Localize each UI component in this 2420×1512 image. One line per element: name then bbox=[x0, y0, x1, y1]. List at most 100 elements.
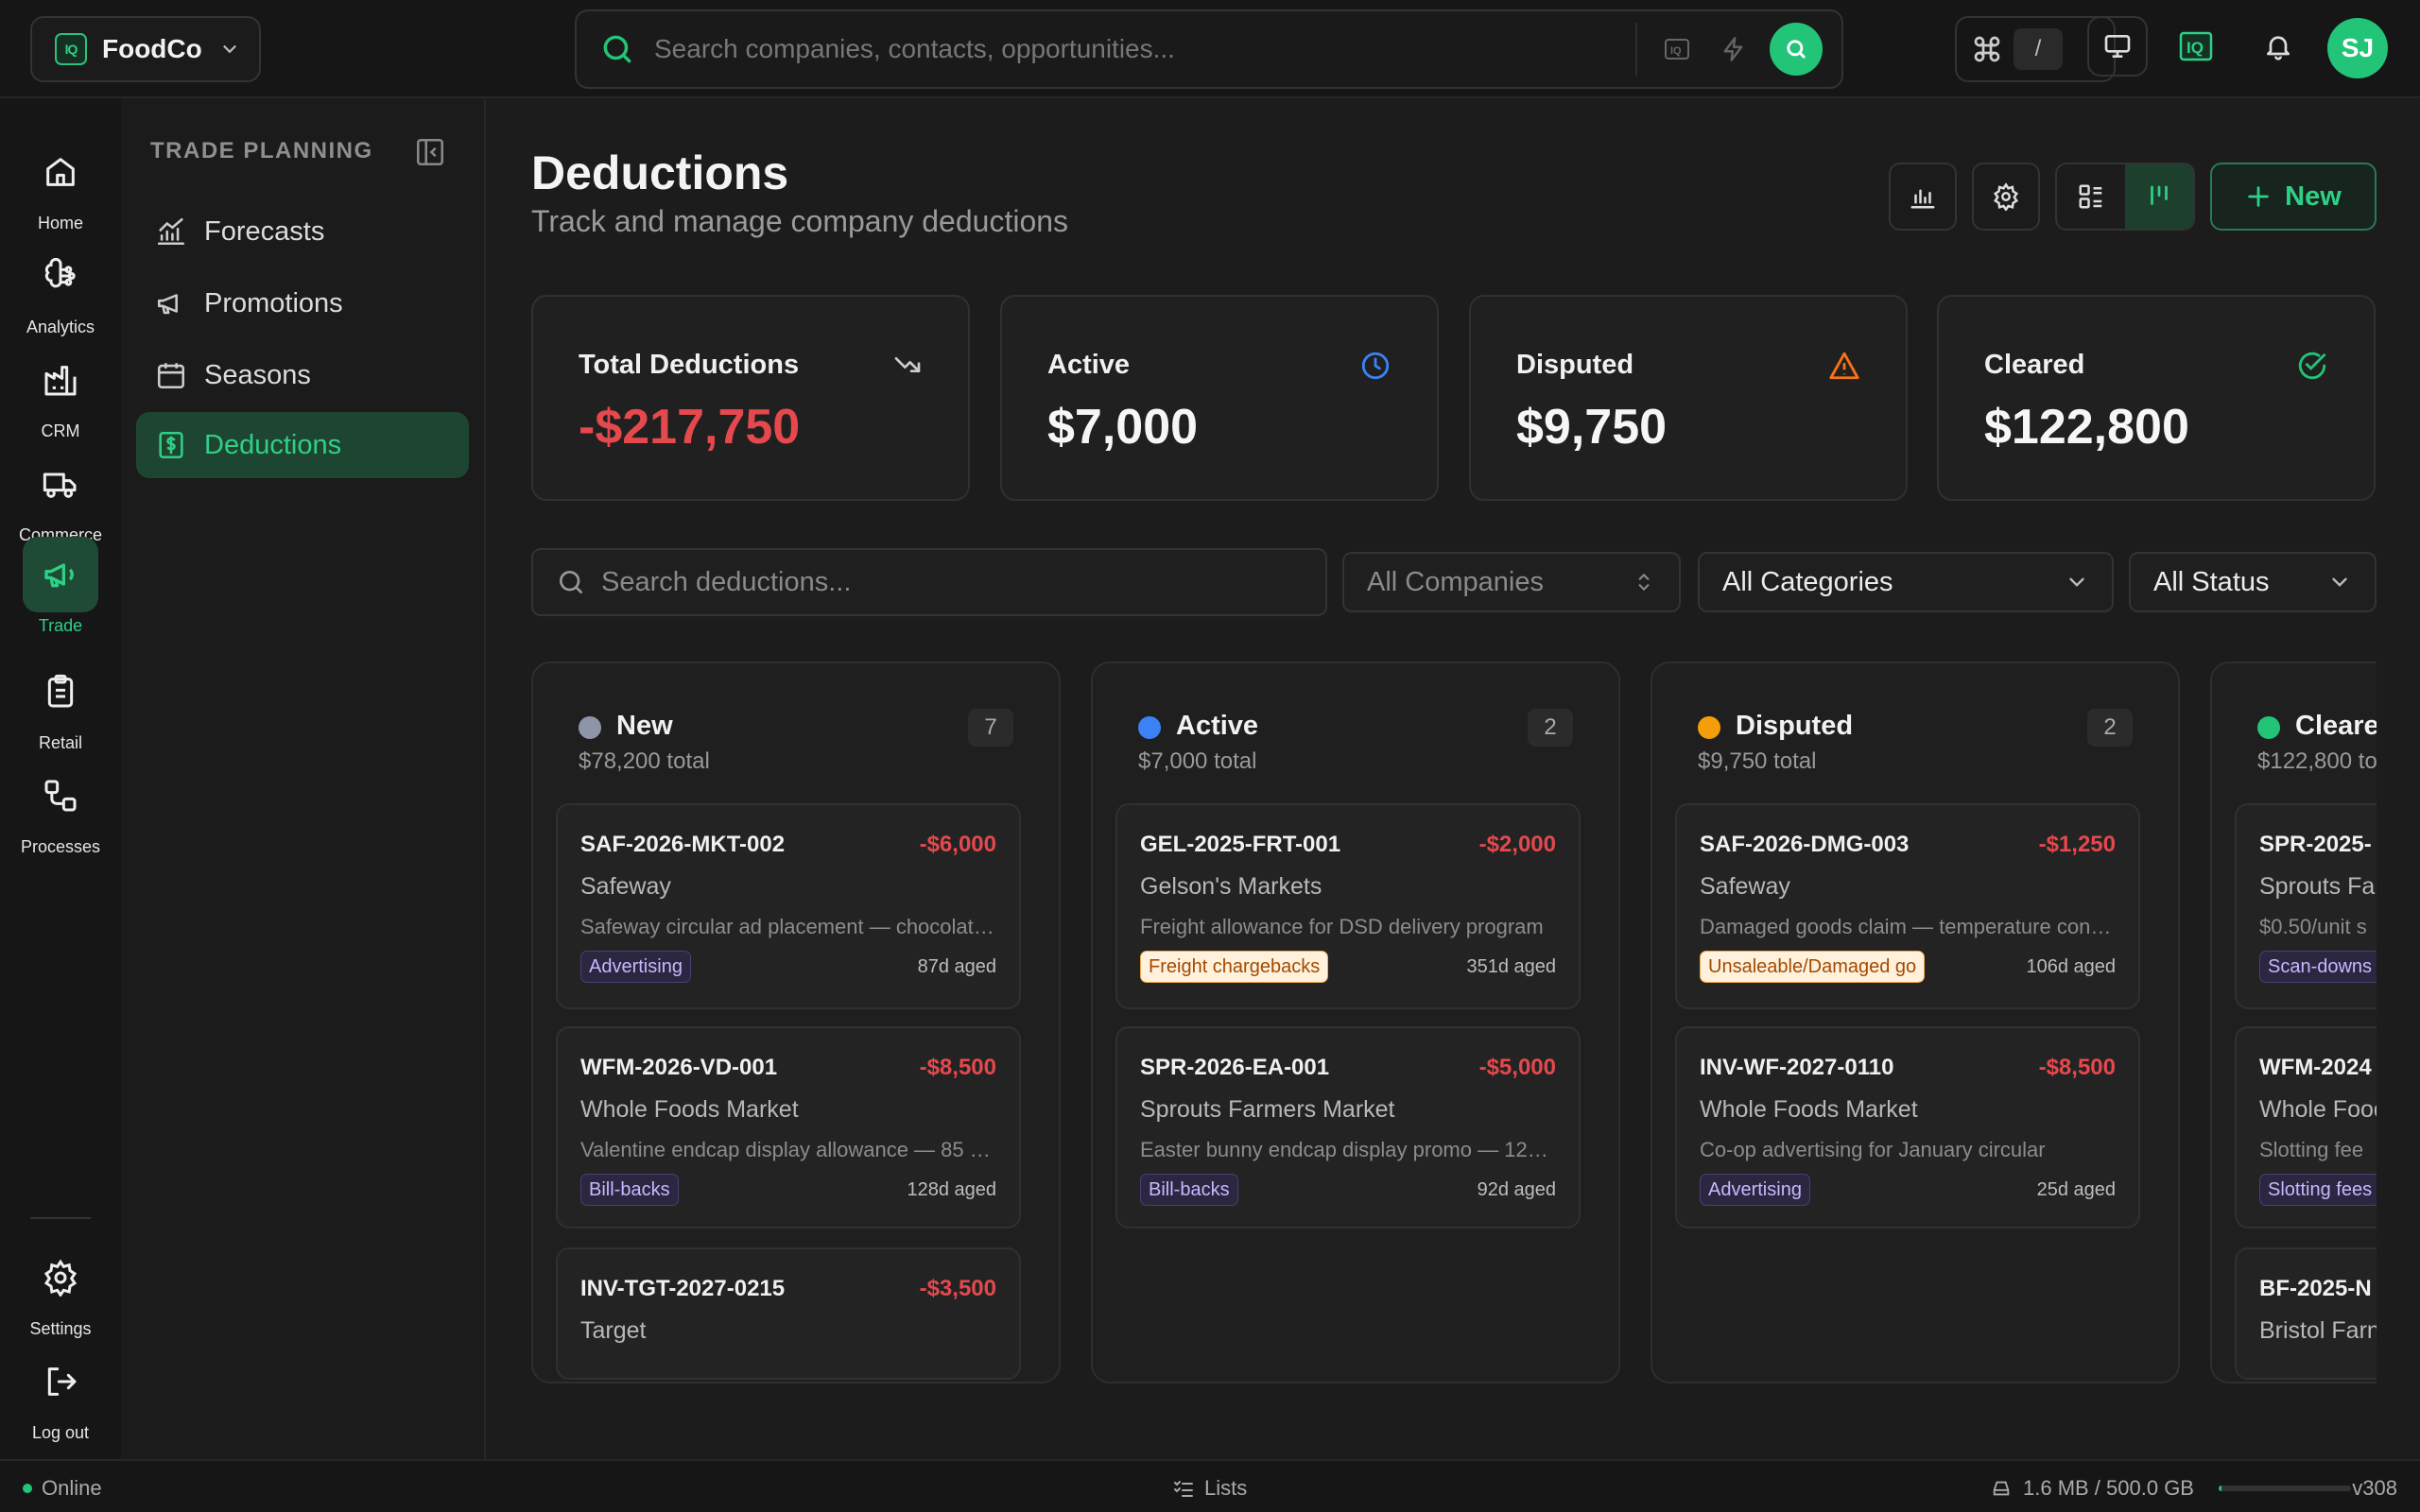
sidebar-title: TRADE PLANNING bbox=[150, 138, 373, 163]
deduction-description: Damaged goods claim — temperature contro… bbox=[1700, 915, 2116, 938]
main-nav-rail: Home Analytics CRM Commerce Trade Retail bbox=[0, 98, 121, 1459]
status-dot bbox=[2257, 716, 2280, 739]
sidebar-item-forecasts[interactable]: Forecasts bbox=[136, 198, 469, 265]
lists-button[interactable]: Lists bbox=[1172, 1476, 1247, 1501]
hard-drive-icon bbox=[1993, 1481, 2010, 1496]
kanban-column-disputed: Disputed $9,750 total 2 SAF-2026-DMG-003 -$1… bbox=[1651, 662, 2180, 1383]
user-avatar[interactable]: SJ bbox=[2327, 18, 2388, 78]
deduction-ref: GEL-2025-FRT-001 bbox=[1140, 832, 1341, 857]
top-bar: IQ FoodCo Search companies, contacts, op… bbox=[0, 0, 2420, 98]
online-dot bbox=[23, 1484, 32, 1493]
column-total: $78,200 total bbox=[579, 748, 710, 774]
deduction-description: Freight allowance for DSD delivery progr… bbox=[1140, 915, 1544, 938]
truck-icon bbox=[23, 446, 98, 522]
rail-item-crm[interactable]: CRM bbox=[0, 342, 121, 441]
sidebar-item-deductions[interactable]: Deductions bbox=[136, 412, 469, 478]
megaphone-icon bbox=[155, 287, 187, 319]
deduction-description: Co-op advertising for January circular bbox=[1700, 1138, 2046, 1161]
deduction-company: Gelson's Markets bbox=[1140, 873, 1322, 900]
deduction-company: Whole Foods Market bbox=[580, 1096, 799, 1123]
connection-status: Online bbox=[23, 1476, 102, 1501]
rail-item-trade[interactable]: Trade bbox=[0, 537, 121, 636]
column-title: New bbox=[616, 711, 673, 741]
collapse-sidebar-icon[interactable] bbox=[414, 136, 446, 168]
deduction-card[interactable]: SAF-2026-DMG-003 -$1,250 Safeway Damaged go… bbox=[1675, 803, 2140, 1009]
deduction-amount: -$8,500 bbox=[919, 1055, 996, 1080]
receipt-dollar-icon bbox=[155, 429, 187, 461]
deduction-company: Sprouts Far bbox=[2259, 873, 2377, 900]
iq-icon[interactable]: IQ bbox=[1664, 36, 1690, 62]
deduction-description: Slotting fee bbox=[2259, 1138, 2364, 1161]
category-tag: Advertising bbox=[580, 951, 691, 983]
rail-item-commerce[interactable]: Commerce bbox=[0, 446, 121, 545]
category-tag: Freight chargebacks bbox=[1140, 951, 1329, 983]
sidebar-item-promotions[interactable]: Promotions bbox=[136, 270, 469, 336]
slash-key: / bbox=[2014, 28, 2063, 70]
deduction-card[interactable]: WFM-2026-VD-001 -$8,500 Whole Foods Market… bbox=[556, 1026, 1021, 1228]
status-dot bbox=[1138, 716, 1161, 739]
main-content: Deductions Track and manage company dedu… bbox=[486, 98, 2420, 1459]
aged-days: 87d aged bbox=[917, 956, 996, 977]
logout-icon bbox=[23, 1344, 98, 1419]
factory-icon bbox=[23, 342, 98, 418]
deduction-card[interactable]: GEL-2025-FRT-001 -$2,000 Gelson's Markets F… bbox=[1115, 803, 1581, 1009]
home-icon bbox=[23, 134, 98, 210]
deduction-company: Sprouts Farmers Market bbox=[1140, 1096, 1395, 1123]
svg-text:IQ: IQ bbox=[1670, 45, 1682, 57]
calendar-icon bbox=[155, 359, 187, 391]
column-total: $9,750 total bbox=[1698, 748, 1817, 774]
deduction-card[interactable]: INV-TGT-2027-0215 -$3,500 Target bbox=[556, 1247, 1021, 1380]
deduction-company: Whole Foods Market bbox=[1700, 1096, 1918, 1123]
deduction-ref: INV-TGT-2027-0215 bbox=[580, 1276, 786, 1301]
deduction-description: Valentine endcap display allowance — 85 … bbox=[580, 1138, 996, 1161]
deduction-amount: -$8,500 bbox=[2038, 1055, 2116, 1080]
deduction-card[interactable]: SAF-2026-MKT-002 -$6,000 Safeway Safeway ci… bbox=[556, 803, 1021, 1009]
rail-item-analytics[interactable]: Analytics bbox=[0, 238, 121, 337]
status-bar: Online Lists 1.6 MB / 500.0 GB v308 bbox=[0, 1459, 2420, 1512]
deduction-card[interactable]: INV-WF-2027-0110 -$8,500 Whole Foods Marke… bbox=[1675, 1026, 2140, 1228]
column-total: $122,800 to bbox=[2257, 748, 2377, 774]
deduction-card[interactable]: BF-2025-N Bristol Farn bbox=[2235, 1247, 2377, 1380]
notifications-bell-icon[interactable] bbox=[2248, 16, 2308, 77]
rail-item-processes[interactable]: Processes bbox=[0, 758, 121, 857]
global-search[interactable]: Search companies, contacts, opportunitie… bbox=[575, 9, 1843, 89]
deduction-ref: SAF-2026-MKT-002 bbox=[580, 832, 786, 857]
lightning-icon[interactable] bbox=[1720, 36, 1747, 62]
kanban-column-active: Active $7,000 total 2 GEL-2025-FRT-001 -$2,0… bbox=[1091, 662, 1620, 1383]
rail-item-home[interactable]: Home bbox=[0, 134, 121, 233]
column-count-badge: 2 bbox=[2087, 709, 2133, 747]
deduction-ref: WFM-2024 bbox=[2259, 1055, 2372, 1080]
kanban-board: New $78,200 total 7 SAF-2026-MKT-002 -$6,000… bbox=[486, 98, 2377, 1459]
column-total: $7,000 total bbox=[1138, 748, 1257, 774]
brain-icon bbox=[23, 238, 98, 314]
display-button[interactable] bbox=[2087, 16, 2148, 77]
deduction-ref: INV-WF-2027-0110 bbox=[1700, 1055, 1894, 1080]
deduction-description: $0.50/unit s bbox=[2259, 915, 2367, 938]
sidebar-item-seasons[interactable]: Seasons bbox=[136, 342, 469, 408]
status-dot bbox=[1698, 716, 1720, 739]
category-tag: Bill-backs bbox=[1140, 1174, 1238, 1206]
category-tag: Unsaleable/Damaged go bbox=[1700, 951, 1926, 983]
deduction-card[interactable]: SPR-2026-EA-001 -$5,000 Sprouts Farmers Ma… bbox=[1115, 1026, 1581, 1228]
deduction-company: Safeway bbox=[580, 873, 671, 900]
search-submit-button[interactable] bbox=[1770, 23, 1823, 76]
rail-item-retail[interactable]: Retail bbox=[0, 654, 121, 753]
aged-days: 351d aged bbox=[1466, 956, 1556, 977]
chevron-down-icon bbox=[219, 39, 240, 60]
deduction-card[interactable]: WFM-2024 Whole Food Slotting fee Slotting f… bbox=[2235, 1026, 2377, 1228]
deduction-amount: -$6,000 bbox=[919, 832, 996, 857]
list-check-icon bbox=[1174, 1481, 1193, 1497]
rail-item-settings[interactable]: Settings bbox=[0, 1240, 121, 1339]
deduction-amount: -$3,500 bbox=[919, 1276, 996, 1301]
trade-planning-sidebar: TRADE PLANNING Forecasts Promotions Seas… bbox=[121, 98, 486, 1459]
deduction-amount: -$1,250 bbox=[2038, 832, 2116, 857]
deduction-ref: WFM-2026-VD-001 bbox=[580, 1055, 778, 1080]
rail-item-logout[interactable]: Log out bbox=[0, 1344, 121, 1443]
deduction-card[interactable]: SPR-2025- Sprouts Far $0.50/unit s Scan-dow… bbox=[2235, 803, 2377, 1009]
company-switcher[interactable]: IQ FoodCo bbox=[30, 16, 261, 82]
iq-assistant-button[interactable]: IQ bbox=[2167, 16, 2227, 77]
global-search-input[interactable]: Search companies, contacts, opportunitie… bbox=[654, 34, 1635, 64]
column-title: Active bbox=[1176, 711, 1259, 741]
search-icon bbox=[599, 31, 635, 67]
gear-icon bbox=[23, 1240, 98, 1315]
